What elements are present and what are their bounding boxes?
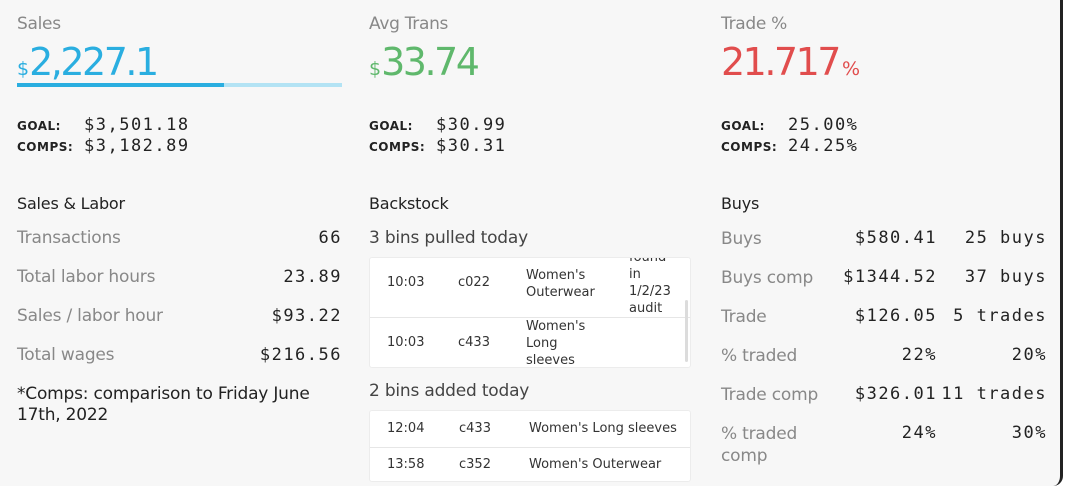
sales-comps-row: COMPS: $3,182.89	[17, 136, 190, 156]
buys-row: Buys $580.41 25 buys	[721, 228, 1047, 252]
buys-amount: 24%	[901, 423, 937, 443]
bin-category: Women's Long sleeves	[529, 421, 677, 436]
buys-count: 30%	[1011, 423, 1047, 443]
bin-id: c022	[458, 275, 490, 290]
buys-row: % traded 22% 20%	[721, 345, 1047, 369]
bins-pulled-title: 3 bins pulled today	[369, 228, 528, 248]
trade-goal-value: 25.00%	[788, 115, 859, 135]
buys-label: % traded comp	[721, 424, 798, 466]
list-item: 13:58 c352 Women's Outerwear	[370, 448, 690, 481]
avg-trans-comps-row: COMPS: $30.31	[369, 136, 506, 156]
stat-row-labor-hours: Total labor hours 23.89	[17, 267, 342, 291]
buys-count: 5 trades	[953, 306, 1047, 326]
stat-row-total-wages: Total wages $216.56	[17, 345, 342, 369]
bin-category: Women's Long sleeves	[526, 319, 586, 368]
trade-comps-value: 24.25%	[788, 136, 859, 156]
backstock-title: Backstock	[369, 194, 449, 213]
sales-amount: 2,227.1	[29, 40, 159, 84]
stat-row-transactions: Transactions 66	[17, 228, 342, 252]
stat-label: Transactions	[17, 228, 121, 248]
stat-row-sales-per-hour: Sales / labor hour $93.22	[17, 306, 342, 330]
buys-count: 11 trades	[941, 384, 1047, 404]
list-item: 12:04 c433 Women's Long sleeves	[370, 411, 690, 447]
buys-row: Buys comp $1344.52 37 buys	[721, 267, 1047, 291]
buys-title: Buys	[721, 194, 760, 213]
sales-label: Sales	[17, 14, 61, 34]
buys-count: 20%	[1011, 345, 1047, 365]
sales-labor-title: Sales & Labor	[17, 194, 125, 213]
avg-trans-goal-row: GOAL: $30.99	[369, 115, 506, 135]
buys-amount: $1344.52	[843, 267, 937, 287]
bins-added-title: 2 bins added today	[369, 381, 530, 401]
buys-amount: $326.01	[854, 384, 937, 404]
comps-label: COMPS:	[721, 140, 778, 154]
sales-goal-row: GOAL: $3,501.18	[17, 115, 190, 135]
bin-category: Women's Outerwear	[529, 457, 662, 472]
list-item: 10:03 c433 Women's Long sleeves	[370, 318, 690, 368]
comps-footnote: *Comps: comparison to Friday June 17th, …	[17, 384, 310, 425]
buys-label: Buys	[721, 229, 762, 249]
avg-trans-amount: 33.74	[381, 40, 480, 84]
avg-trans-value: $33.74	[369, 40, 480, 84]
stat-label: Total wages	[17, 345, 115, 365]
avg-trans-comps-value: $30.31	[436, 136, 507, 156]
bin-id: c433	[458, 335, 490, 350]
buys-count: 37 buys	[964, 267, 1047, 287]
bins-added-list: 12:04 c433 Women's Long sleeves 13:58 c3…	[369, 410, 691, 482]
bin-id: c352	[459, 457, 491, 472]
buys-label: Trade comp	[721, 385, 819, 405]
bin-time: 10:03	[387, 275, 425, 290]
avg-trans-label: Avg Trans	[369, 14, 449, 34]
sales-progress-bar	[17, 83, 342, 87]
buys-label: Buys comp	[721, 268, 814, 288]
goal-label: GOAL:	[17, 119, 61, 133]
bins-pulled-list[interactable]: 10:03 c022 Women's Outerwear found in 1/…	[369, 257, 691, 368]
bin-category: Women's Outerwear	[526, 268, 595, 300]
buys-amount: 22%	[901, 345, 937, 365]
trade-pct-unit: %	[841, 58, 861, 80]
stat-value: $93.22	[271, 306, 342, 326]
trade-pct-value: 21.717%	[721, 40, 860, 84]
avg-trans-currency: $	[369, 58, 382, 80]
stat-label: Sales / labor hour	[17, 306, 163, 326]
bin-id: c433	[459, 421, 491, 436]
buys-label: % traded	[721, 346, 798, 366]
trade-pct-amount: 21.717	[721, 40, 841, 84]
stat-value: 23.89	[283, 267, 342, 287]
sales-comps-value: $3,182.89	[84, 136, 190, 156]
bin-time: 12:04	[387, 421, 425, 436]
comps-label: COMPS:	[369, 140, 426, 154]
sales-goal-value: $3,501.18	[84, 115, 190, 135]
sales-value: $2,227.1	[17, 40, 159, 84]
sales-progress-fill	[17, 83, 224, 87]
buys-amount: $580.41	[854, 228, 937, 248]
stat-value: 66	[318, 228, 342, 248]
goal-label: GOAL:	[369, 119, 413, 133]
bin-time: 13:58	[387, 457, 425, 472]
goal-label: GOAL:	[721, 119, 765, 133]
stat-value: $216.56	[259, 345, 342, 365]
buys-row: Trade comp $326.01 11 trades	[721, 384, 1047, 408]
stat-label: Total labor hours	[17, 267, 156, 287]
list-item: 10:03 c022 Women's Outerwear found in 1/…	[370, 258, 690, 318]
avg-trans-goal-value: $30.99	[436, 115, 507, 135]
buys-row: Trade $126.05 5 trades	[721, 306, 1047, 330]
bin-time: 10:03	[387, 335, 425, 350]
trade-comps-row: COMPS: 24.25%	[721, 136, 858, 156]
trade-pct-label: Trade %	[721, 14, 787, 34]
buys-count: 25 buys	[964, 228, 1047, 248]
buys-amount: $126.05	[854, 306, 937, 326]
list-scrollbar[interactable]	[685, 300, 688, 362]
bin-note: found in 1/2/23 audit	[629, 257, 671, 316]
buys-label: Trade	[721, 307, 767, 327]
buys-row: % traded comp 24% 30%	[721, 423, 1047, 467]
sales-currency: $	[17, 58, 30, 80]
dashboard-panel: Sales $2,227.1 GOAL: $3,501.18 COMPS: $3,1…	[0, 0, 1063, 486]
trade-goal-row: GOAL: 25.00%	[721, 115, 858, 135]
comps-label: COMPS:	[17, 140, 74, 154]
